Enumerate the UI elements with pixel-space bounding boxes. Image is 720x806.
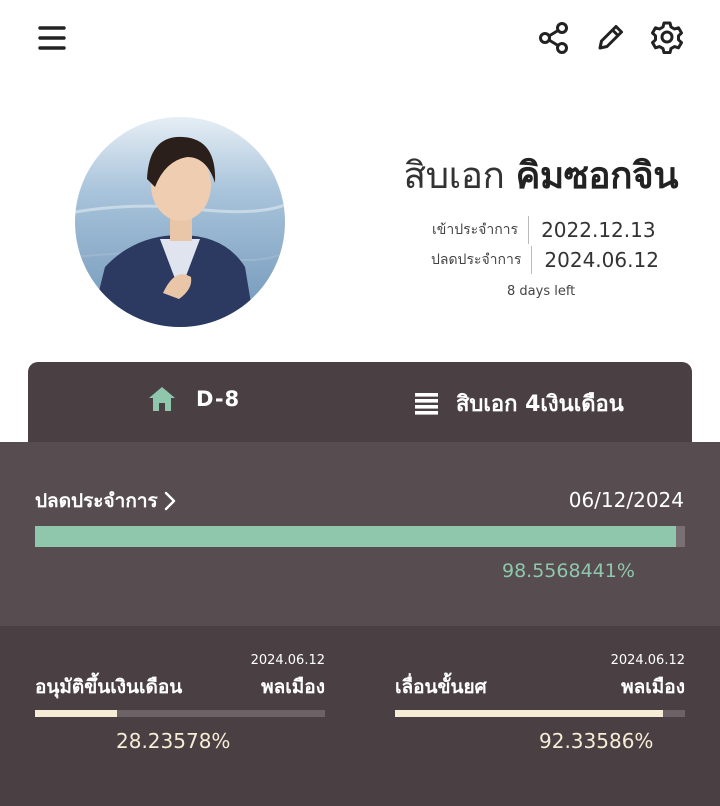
sub-progress-panel: 2024.06.12 อนุมัติขึ้นเงินเดือน พลเมือง …: [0, 626, 720, 806]
list-icon: [415, 392, 438, 415]
promotion-progress-fill: [395, 710, 663, 717]
rank-tab[interactable]: สิบเอก 4เงินเดือน: [414, 386, 624, 421]
enlist-row: เข้าประจำการ 2022.12.13: [432, 216, 656, 244]
enlist-date: 2022.12.13: [541, 218, 656, 242]
discharge-progress-link[interactable]: ปลดประจำการ: [35, 486, 176, 516]
dday-label: D-8: [196, 387, 241, 411]
share-icon[interactable]: [534, 18, 574, 58]
discharge-progress-panel: ปลดประจำการ 06/12/2024 98.5568441%: [0, 442, 720, 626]
profile-person-name: คิมซอกจิน: [515, 154, 679, 197]
promotion-progress-date: 2024.06.12: [610, 653, 685, 668]
promotion-progress-target: พลเมือง: [621, 676, 685, 698]
promotion-progress-percent: 92.33586%: [539, 729, 654, 753]
profile-name: สิบเอก คิมซอกจิน: [403, 146, 679, 205]
hamburger-menu-icon[interactable]: [32, 18, 72, 58]
profile-avatar: [75, 117, 285, 327]
discharge-progress-track: [35, 526, 685, 547]
salary-progress-fill: [35, 710, 117, 717]
discharge-label: ปลดประจำการ: [431, 246, 533, 274]
discharge-progress-date: 06/12/2024: [568, 488, 684, 512]
profile-rank: สิบเอก: [403, 154, 505, 197]
salary-progress-date: 2024.06.12: [250, 653, 325, 668]
salary-progress-percent: 28.23578%: [116, 729, 231, 753]
top-toolbar: [0, 0, 720, 80]
days-left-text: 8 days left: [507, 284, 576, 299]
enlist-label: เข้าประจำการ: [432, 216, 530, 244]
promotion-progress-card: 2024.06.12 เลื่อนขั้นยศ พลเมือง 92.33586…: [395, 626, 685, 806]
dday-tab[interactable]: D-8: [148, 386, 240, 412]
salary-progress-title: อนุมัติขึ้นเงินเดือน: [35, 676, 183, 698]
discharge-date: 2024.06.12: [544, 248, 659, 272]
promotion-progress-title: เลื่อนขั้นยศ: [395, 676, 487, 698]
chevron-right-icon: [164, 491, 175, 511]
gear-icon[interactable]: [647, 17, 687, 57]
promotion-progress-track: [395, 710, 685, 717]
salary-progress-track: [35, 710, 325, 717]
home-icon: [149, 387, 175, 411]
discharge-progress-percent: 98.5568441%: [502, 560, 635, 582]
discharge-row: ปลดประจำการ 2024.06.12: [431, 246, 659, 274]
summary-tab-bar: D-8 สิบเอก 4เงินเดือน: [28, 362, 692, 442]
pencil-icon[interactable]: [591, 17, 631, 57]
salary-progress-target: พลเมือง: [261, 676, 325, 698]
discharge-progress-fill: [35, 526, 676, 547]
salary-progress-card: 2024.06.12 อนุมัติขึ้นเงินเดือน พลเมือง …: [35, 626, 325, 806]
discharge-progress-title: ปลดประจำการ: [35, 490, 158, 512]
rank-status-label: สิบเอก 4เงินเดือน: [456, 392, 624, 417]
